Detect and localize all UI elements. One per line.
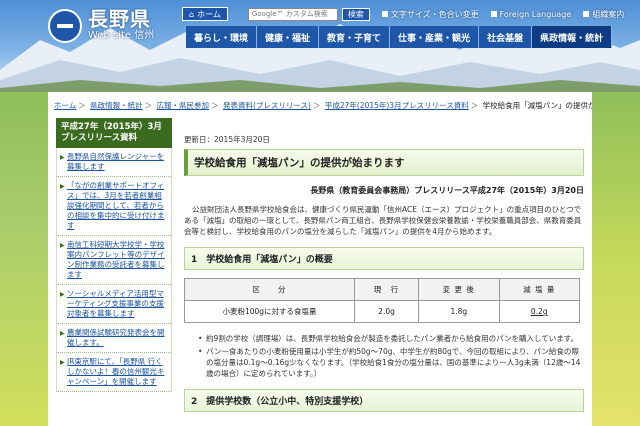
table-header: 変 更 後: [418, 278, 500, 301]
breadcrumb-pr[interactable]: 広報・県民参加: [157, 101, 210, 110]
utility-bar: ⌂ ホーム 検索 文字サイズ・色合い変更 Foreign Language 組織…: [182, 6, 624, 22]
list-item: ▶ 「ながの創業サポートオフィス」では、3月を若者創業相談強化期間として、若者から…: [57, 177, 171, 236]
right-decor: [592, 92, 640, 426]
foreign-language-link[interactable]: Foreign Language: [490, 10, 571, 19]
font-size-link[interactable]: 文字サイズ・色合い変更: [381, 9, 479, 20]
arrow-bullet-icon: ▶: [60, 154, 65, 161]
breadcrumb-home[interactable]: ホーム: [54, 101, 76, 110]
sidebar-link[interactable]: 農業関係試験研究発表会を開催します。: [67, 328, 168, 348]
breadcrumb-separator: ＞: [78, 101, 86, 110]
home-button[interactable]: ⌂ ホーム: [182, 7, 228, 21]
page-title: 学校給食用「減塩パン」の提供が始まります: [184, 149, 584, 176]
house-icon: ⌂: [189, 9, 195, 19]
table-cell: 0.2g: [498, 300, 581, 323]
sidebar-link[interactable]: ソーシャルメディア活用型マーケティング支援事業の支援対象者を募集します: [67, 289, 168, 319]
breadcrumb-press-release[interactable]: 発表資料(プレスリリース): [223, 101, 311, 110]
table-row: 小麦粉100gに対する食塩量 2.0g 1.8g 0.2g: [184, 300, 581, 323]
gnav-education[interactable]: 教育・子育て: [319, 26, 391, 48]
org-chart-link[interactable]: 組織案内: [583, 9, 624, 20]
table-header: 区 分: [184, 278, 355, 301]
list-item: ▶ 長野県自然保護レンジャーを募集します: [57, 148, 171, 177]
breadcrumb-separator: ＞: [312, 101, 321, 110]
arrow-bullet-icon: ▶: [60, 330, 65, 337]
breadcrumb-prefectural-info[interactable]: 県政情報・統計: [90, 101, 143, 110]
square-bullet-icon: [381, 11, 388, 17]
breadcrumb-march-2015[interactable]: 平成27年(2015年)3月プレスリリース資料: [325, 101, 469, 110]
note-list: • 約9割の学校（調理場）は、長野県学校給食会が製造を委託したパン業者から給食用の…: [184, 333, 584, 379]
bullet-icon: •: [198, 334, 203, 343]
sidebar-link[interactable]: 長野県自然保護レンジャーを募集します: [67, 152, 168, 172]
sidebar-heading: 平成27年（2015年）3月プレスリリース資料: [56, 118, 172, 148]
intro-text: 公益財団法人長野県学校給食会は、健康づくり県民運動「信州ACE（エース）プロジェ…: [184, 205, 582, 236]
sidebar-link[interactable]: JR東京駅にて、「長野県 行くしかないよ！春の信州観光キャンペーン」を開催します: [67, 357, 168, 387]
section-heading-schools: 2 提供学校数（公立小中、特別支援学校）: [184, 389, 584, 412]
nagano-emblem-icon: [48, 9, 82, 43]
site-header: 長野県 Web site 信州 ⌂ ホーム 検索 文字サイズ・色合い変更 For…: [0, 0, 640, 92]
list-item: ▶ ソーシャルメディア活用型マーケティング支援事業の支援対象者を募集します: [57, 285, 171, 324]
list-item: ▶ 南信工科短期大学校学・学校案内パンフレット等のデザイン制作業務の受託者を募集し…: [57, 236, 171, 285]
home-label: ホーム: [197, 9, 221, 19]
gnav-health[interactable]: 健康・福祉: [257, 26, 320, 48]
breadcrumb-current: 学校給食用「減塩パン」の提供が始まります: [482, 101, 592, 110]
table-header: 現 行: [353, 278, 420, 301]
gnav-living[interactable]: 暮らし・環境: [186, 26, 258, 48]
left-decor: [0, 92, 48, 426]
search-input[interactable]: [247, 7, 338, 21]
search-button[interactable]: 検索: [341, 7, 370, 21]
square-bullet-icon: [490, 11, 497, 17]
table-cell: 2.0g: [353, 300, 420, 323]
gnav-infrastructure[interactable]: 社会基盤: [479, 26, 533, 48]
breadcrumb: ホーム＞ 県政情報・統計＞ 広報・県民参加＞ 発表資料(プレスリリース) ＞ 平成…: [48, 96, 592, 114]
list-item: ▶ 農業関係試験研究発表会を開催します。: [57, 324, 171, 353]
list-item: • 約9割の学校（調理場）は、長野県学校給食会が製造を委託したパン業者から給食用の…: [198, 334, 579, 343]
site-logo[interactable]: 長野県 Web site 信州: [48, 6, 154, 46]
sidebar: 平成27年（2015年）3月プレスリリース資料 ▶ 長野県自然保護レンジャーを募集…: [48, 114, 178, 426]
list-item: • パン一食あたりの小麦粉使用量は小学生が約50g〜70g、中学生が約80gで、今…: [198, 347, 581, 378]
global-nav: 暮らし・環境 健康・福祉 教育・子育て 仕事・産業・観光 社会基盤 県政情報・統…: [186, 26, 613, 48]
breadcrumb-separator: ＞: [144, 101, 153, 110]
arrow-bullet-icon: ▶: [60, 242, 65, 249]
arrow-bullet-icon: ▶: [60, 183, 65, 190]
list-item: ▶ JR東京駅にて、「長野県 行くしかないよ！春の信州観光キャンペーン」を開催しま…: [57, 353, 171, 392]
salt-table: 区 分 現 行 変 更 後 減 塩 量 小麦粉100gに対する食塩量 2.0g …: [184, 278, 581, 323]
table-header: 減 塩 量: [498, 278, 581, 301]
table-cell: 1.8g: [418, 300, 500, 323]
breadcrumb-separator: ＞: [470, 101, 479, 110]
main-content: 更新日：2015年3月20日 学校給食用「減塩パン」の提供が始まります 長野県（…: [178, 114, 592, 426]
square-bullet-icon: [583, 11, 590, 17]
logo-title: 長野県: [88, 7, 151, 31]
section-heading-overview: 1 学校給食用「減塩パン」の概要: [184, 247, 584, 270]
gnav-industry[interactable]: 仕事・産業・観光: [390, 26, 480, 48]
sidebar-link[interactable]: 「ながの創業サポートオフィス」では、3月を若者創業相談強化期間として、若者からの…: [67, 181, 168, 231]
release-info: 長野県（教育委員会事務局）プレスリリース平成27年（2015年）3月20日: [310, 186, 584, 195]
table-cell: 小麦粉100gに対する食塩量: [184, 300, 355, 323]
gnav-prefectural-info[interactable]: 県政情報・統計: [532, 26, 613, 48]
arrow-bullet-icon: ▶: [60, 291, 65, 298]
logo-subtitle: Web site 信州: [88, 30, 155, 41]
arrow-bullet-icon: ▶: [60, 359, 65, 366]
update-date: 更新日：2015年3月20日: [184, 135, 270, 144]
sidebar-list: ▶ 長野県自然保護レンジャーを募集します ▶ 「ながの創業サポートオフィス」では、3…: [56, 148, 172, 392]
bullet-icon: •: [198, 347, 203, 356]
breadcrumb-separator: ＞: [211, 101, 219, 110]
sidebar-link[interactable]: 南信工科短期大学校学・学校案内パンフレット等のデザイン制作業務の受託者を募集しま…: [67, 240, 168, 280]
